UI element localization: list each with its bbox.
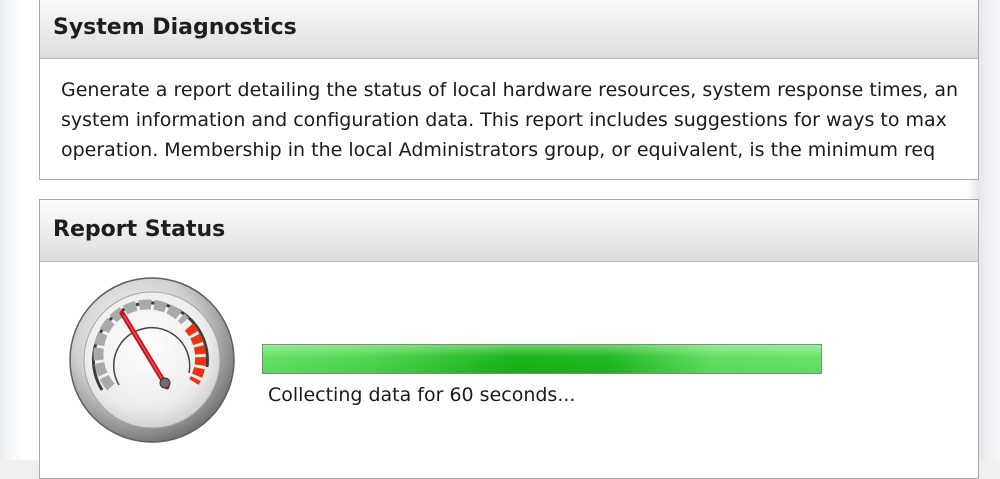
system-diagnostics-panel: System Diagnostics Generate a report det… [39,0,979,180]
progress-bar-fill [263,345,821,373]
performance-gauge-icon [67,275,237,445]
description-line: operation. Membership in the local Admin… [61,139,936,161]
description-line: system information and configuration dat… [61,109,947,131]
report-status-text: Collecting data for 60 seconds... [268,384,576,406]
system-diagnostics-header: System Diagnostics [40,0,978,59]
report-status-title: Report Status [53,217,226,242]
progress-bar [262,344,822,374]
system-diagnostics-description: Generate a report detailing the status o… [61,75,958,165]
system-diagnostics-title: System Diagnostics [53,15,297,40]
report-status-header: Report Status [40,200,978,262]
report-status-panel: Report Status Collecting data for 60 sec… [39,199,979,479]
description-line: Generate a report detailing the status o… [61,79,958,101]
